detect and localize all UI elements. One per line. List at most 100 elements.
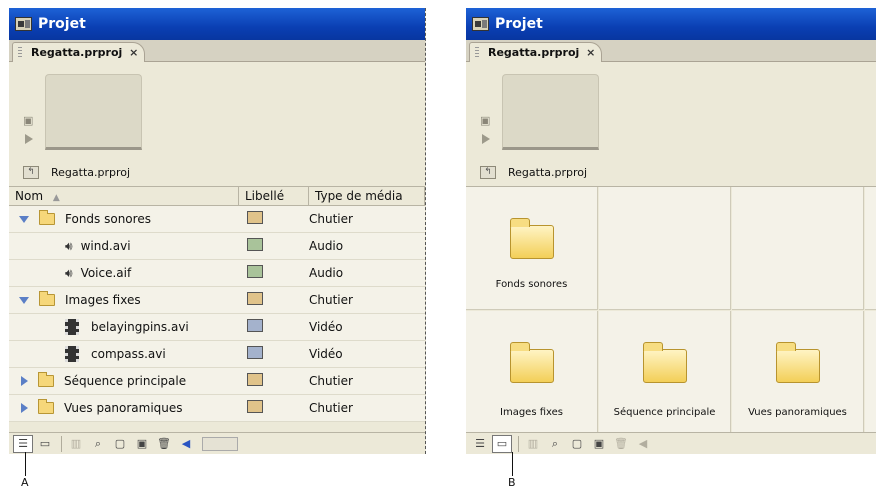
- film-icon: [65, 319, 79, 335]
- project-app-icon: [472, 17, 489, 31]
- automate-to-sequence-icon[interactable]: ▥: [66, 435, 86, 453]
- tab-close-icon[interactable]: ×: [586, 43, 595, 62]
- preview-area: ▣: [9, 64, 425, 156]
- expand-open-icon[interactable]: [19, 215, 29, 223]
- bin-folder-icon: [642, 342, 687, 383]
- toolbar-divider: [61, 435, 62, 452]
- expand-open-icon[interactable]: [19, 296, 29, 304]
- expand-closed-icon[interactable]: [21, 403, 28, 413]
- list-item[interactable]: Images fixes Chutier: [9, 287, 425, 314]
- camera-icon[interactable]: ▣: [480, 114, 490, 127]
- project-panel-list-view: Projet Regatta.prproj × ▣ ↰ Regatta.prpr…: [9, 8, 426, 454]
- grid-cell-empty: [599, 187, 731, 310]
- grid-item-label: Séquence principale: [613, 407, 716, 418]
- list-view-icon[interactable]: ☰: [13, 434, 33, 453]
- label-swatch[interactable]: [247, 400, 263, 413]
- tab-grip-icon[interactable]: [475, 47, 479, 58]
- grid-cell-empty: [865, 311, 876, 434]
- item-type: Audio: [309, 266, 344, 280]
- label-swatch[interactable]: [247, 238, 263, 251]
- label-swatch[interactable]: [247, 211, 263, 224]
- icon-view-icon[interactable]: ▭: [492, 434, 512, 453]
- new-bin-icon[interactable]: ▢: [110, 435, 130, 453]
- item-type: Chutier: [309, 374, 353, 388]
- automate-to-sequence-icon[interactable]: ▥: [523, 435, 543, 453]
- grid-item[interactable]: Images fixes: [466, 311, 598, 434]
- item-name: Fonds sonores: [65, 212, 151, 226]
- grid-cell-empty: [865, 187, 876, 310]
- list-item[interactable]: belayingpins.avi Vidéo: [9, 314, 425, 341]
- icon-view-icon[interactable]: ▭: [35, 435, 55, 453]
- scroll-left-icon[interactable]: ◀: [176, 435, 196, 453]
- bin-folder-icon: [509, 218, 554, 259]
- item-type: Chutier: [309, 212, 353, 226]
- preview-thumbnail: [45, 74, 142, 150]
- toolbar-divider: [518, 435, 519, 452]
- item-name: Images fixes: [65, 293, 141, 307]
- tab-regatta-project[interactable]: Regatta.prproj ×: [469, 42, 603, 62]
- bin-folder-icon: [775, 342, 820, 383]
- callout-label-a: A: [21, 476, 29, 489]
- panel-title-bar: Projet: [466, 8, 876, 40]
- bin-folder-icon: [509, 342, 554, 383]
- new-item-icon[interactable]: ▣: [589, 435, 609, 453]
- item-list: Fonds sonores Chutier 🔊︎ wind.avi Audio …: [9, 206, 425, 422]
- play-icon[interactable]: [482, 134, 490, 144]
- film-icon: [65, 346, 79, 362]
- callout-line-a: [25, 452, 26, 476]
- grid-item[interactable]: Fonds sonores: [466, 187, 598, 310]
- list-item[interactable]: 🔊︎ Voice.aif Audio: [9, 260, 425, 287]
- trash-icon[interactable]: 🗑︎: [611, 435, 631, 453]
- project-path-row: ↰ Regatta.prproj: [9, 162, 425, 182]
- camera-icon[interactable]: ▣: [23, 114, 33, 127]
- tab-regatta-project[interactable]: Regatta.prproj ×: [12, 42, 146, 62]
- project-path: Regatta.prproj: [508, 165, 588, 179]
- item-name: belayingpins.avi: [91, 320, 189, 334]
- column-header-label[interactable]: Libellé: [239, 187, 309, 205]
- new-bin-icon[interactable]: ▢: [567, 435, 587, 453]
- callout-label-b: B: [508, 476, 516, 489]
- item-type: Audio: [309, 239, 344, 253]
- label-swatch[interactable]: [247, 346, 263, 359]
- label-swatch[interactable]: [247, 319, 263, 332]
- project-app-icon: [15, 17, 32, 31]
- project-path: Regatta.prproj: [51, 165, 131, 179]
- label-swatch[interactable]: [247, 265, 263, 278]
- column-header-name[interactable]: Nom ▲: [9, 187, 239, 205]
- tab-label: Regatta.prproj: [31, 46, 123, 59]
- list-view-icon[interactable]: ☰: [470, 435, 490, 453]
- scroll-left-icon[interactable]: ◀: [633, 435, 653, 453]
- grid-item[interactable]: Séquence principale: [599, 311, 731, 434]
- item-name: Voice.aif: [80, 266, 132, 280]
- list-item[interactable]: Fonds sonores Chutier: [9, 206, 425, 233]
- list-item[interactable]: 🔊︎ wind.avi Audio: [9, 233, 425, 260]
- grid-item-label: Vues panoramiques: [748, 407, 847, 418]
- find-binoculars-icon[interactable]: ⌕: [545, 435, 565, 453]
- tab-close-icon[interactable]: ×: [129, 43, 138, 62]
- parent-folder-icon[interactable]: ↰: [23, 165, 39, 179]
- label-swatch[interactable]: [247, 292, 263, 305]
- parent-folder-icon[interactable]: ↰: [480, 165, 496, 179]
- expand-closed-icon[interactable]: [21, 376, 28, 386]
- grid-item[interactable]: Vues panoramiques: [732, 311, 864, 434]
- speaker-icon: 🔊︎: [65, 265, 73, 280]
- list-item[interactable]: compass.avi Vidéo: [9, 341, 425, 368]
- item-type: Vidéo: [309, 320, 343, 334]
- tab-strip: Regatta.prproj ×: [9, 40, 425, 62]
- horizontal-scrollbar[interactable]: [202, 436, 238, 451]
- list-item[interactable]: Vues panoramiques Chutier: [9, 395, 425, 422]
- trash-icon[interactable]: 🗑︎: [154, 435, 174, 453]
- project-path-row: ↰ Regatta.prproj: [466, 162, 876, 182]
- tab-grip-icon[interactable]: [18, 47, 22, 58]
- list-item[interactable]: Séquence principale Chutier: [9, 368, 425, 395]
- column-header-media-type[interactable]: Type de média: [309, 187, 425, 205]
- grid-cell-empty: [732, 187, 864, 310]
- label-swatch[interactable]: [247, 373, 263, 386]
- find-binoculars-icon[interactable]: ⌕: [88, 435, 108, 453]
- new-item-icon[interactable]: ▣: [132, 435, 152, 453]
- item-type: Chutier: [309, 401, 353, 415]
- tab-label: Regatta.prproj: [488, 46, 580, 59]
- item-type: Chutier: [309, 293, 353, 307]
- play-icon[interactable]: [25, 134, 33, 144]
- preview-thumbnail: [502, 74, 599, 150]
